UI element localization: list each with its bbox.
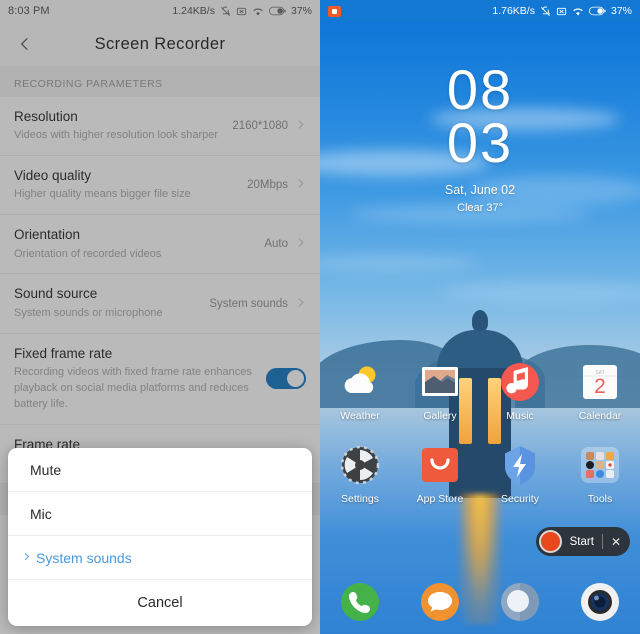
app-label: Gallery [423,410,457,422]
app-icon-app-store[interactable]: App Store [400,443,480,505]
app-label: Music [506,410,534,422]
dock-icon-messaging[interactable] [400,580,480,624]
app-icon-music[interactable]: Music [480,360,560,422]
option-label: System sounds [36,549,132,566]
app-label: Tools [587,493,613,505]
chevron-right-icon [22,551,31,565]
screen-recorder-settings-panel: 8:03 PM 1.24KB/s 37% Screen Recorder REC… [0,0,320,634]
app-grid: Weather Gallery Music SAT 2 Calendar Set… [320,360,640,505]
wifi-icon [572,6,584,17]
calendar-icon: SAT 2 [578,360,622,404]
dock [320,580,640,624]
clock-date: Sat, June 02 [444,183,516,198]
widget-divider [601,534,603,549]
dock-icon-camera[interactable] [560,580,640,624]
calendar-day: 2 [594,375,606,398]
settings-gear-icon [338,443,382,487]
screenshot-root: 8:03 PM 1.24KB/s 37% Screen Recorder REC… [0,0,640,634]
app-row-1: Weather Gallery Music SAT 2 Calendar [320,360,640,422]
browser-icon [498,580,542,624]
option-label: Mic [30,505,52,522]
app-label: Security [501,493,539,505]
app-icon-weather[interactable]: Weather [320,360,400,422]
app-label: App Store [416,493,464,505]
app-folder-tools[interactable]: Tools [560,443,640,505]
battery-icon [588,6,606,16]
battery-percent-label: 37% [610,5,632,17]
weather-icon [338,360,382,404]
app-row-2: Settings App Store Security Tools [320,443,640,505]
dock-icon-phone[interactable] [320,580,400,624]
dialog-option-system-sounds[interactable]: System sounds [8,536,312,580]
lockscreen-clock: 08 03 Sat, June 02 Clear 37° [320,58,640,215]
app-label: Calendar [578,410,622,422]
status-bar: 1.76KB/s 37% [320,0,640,22]
start-label[interactable]: Start [570,536,594,548]
security-shield-icon [498,443,542,487]
dialog-cancel-button[interactable]: Cancel [8,580,312,626]
dialog-option-mic[interactable]: Mic [8,492,312,536]
status-icons: 1.76KB/s 37% [492,5,632,17]
sound-source-dialog: Mute Mic System sounds Cancel [8,448,312,626]
dialog-option-mute[interactable]: Mute [8,448,312,492]
bell-off-icon [540,6,551,17]
messaging-icon [418,580,462,624]
app-store-icon [418,443,462,487]
option-label: Mute [30,461,62,478]
record-button[interactable] [538,530,562,553]
close-icon[interactable]: ✕ [611,535,621,549]
camera-icon [578,580,622,624]
screen-recorder-floating-widget[interactable]: Start ✕ [535,527,630,556]
gallery-icon [418,360,462,404]
app-icon-gallery[interactable]: Gallery [400,360,480,422]
app-label: Settings [341,493,379,505]
home-screen-panel: 1.76KB/s 37% 08 03 Sat, June 02 Clear 37… [320,0,640,634]
phone-icon [338,580,382,624]
app-icon-calendar[interactable]: SAT 2 Calendar [560,360,640,422]
weather-summary: Clear 37° [457,202,503,215]
app-label: Weather [340,410,380,422]
app-icon-settings[interactable]: Settings [320,443,400,505]
sim-icon [556,6,567,17]
network-speed-label: 1.76KB/s [492,5,535,17]
clock-minutes: 03 [446,111,514,175]
clock-hours: 08 [446,58,514,121]
screen-record-icon [328,5,341,17]
tools-folder-icon [578,443,622,487]
music-icon [498,360,542,404]
app-icon-security[interactable]: Security [480,443,560,505]
pagoda-finial [472,310,488,332]
dock-icon-browser[interactable] [480,580,560,624]
